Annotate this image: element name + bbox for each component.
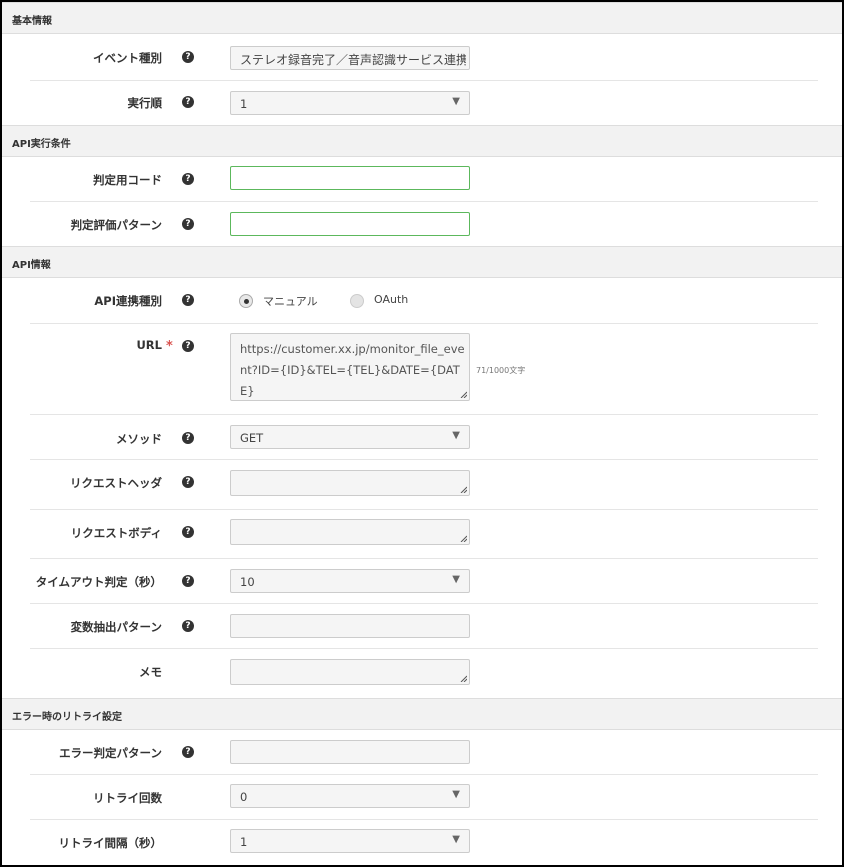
- url-char-counter: 71/1000文字: [476, 366, 526, 375]
- help-icon[interactable]: ?: [182, 96, 194, 108]
- var-pattern-input[interactable]: [230, 614, 470, 638]
- radio-manual[interactable]: [239, 294, 253, 308]
- request-body-label: リクエストボディ: [70, 526, 162, 540]
- radio-oauth-label: OAuth: [374, 293, 409, 306]
- judge-pattern-label: 判定評価パターン: [70, 218, 162, 232]
- retry-count-label: リトライ回数: [93, 791, 162, 805]
- exec-order-label: 実行順: [127, 96, 163, 110]
- request-header-label: リクエストヘッダ: [70, 476, 162, 490]
- error-pattern-label: エラー判定パターン: [59, 746, 162, 760]
- memo-label: メモ: [139, 665, 162, 679]
- help-icon[interactable]: ?: [182, 620, 194, 632]
- judge-pattern-input[interactable]: [230, 212, 470, 236]
- help-icon[interactable]: ?: [182, 340, 194, 352]
- error-pattern-input[interactable]: [230, 740, 470, 764]
- timeout-label: タイムアウト判定（秒）: [35, 575, 162, 589]
- request-header-textarea[interactable]: [230, 470, 470, 496]
- var-pattern-label: 変数抽出パターン: [70, 620, 162, 634]
- event-type-field: ステレオ録音完了／音声認識サービス連携完: [230, 46, 470, 70]
- help-icon[interactable]: ?: [182, 173, 194, 185]
- judge-code-label: 判定用コード: [93, 173, 162, 187]
- section-title: API情報: [12, 260, 51, 271]
- retry-interval-select[interactable]: 1 ▼: [230, 829, 470, 853]
- chevron-down-icon: ▼: [452, 834, 460, 845]
- chevron-down-icon: ▼: [452, 789, 460, 800]
- method-select[interactable]: GET ▼: [230, 425, 470, 449]
- help-icon[interactable]: ?: [182, 432, 194, 444]
- resize-grip-icon[interactable]: [460, 391, 467, 398]
- chevron-down-icon: ▼: [452, 430, 460, 441]
- timeout-select[interactable]: 10 ▼: [230, 569, 470, 593]
- url-textarea[interactable]: https://customer.xx.jp/monitor_file_even…: [230, 333, 470, 401]
- exec-order-select[interactable]: 1 ▼: [230, 91, 470, 115]
- memo-textarea[interactable]: [230, 659, 470, 685]
- request-body-textarea[interactable]: [230, 519, 470, 545]
- section-header-condition: API実行条件: [2, 125, 842, 157]
- help-icon[interactable]: ?: [182, 526, 194, 538]
- section-title: API実行条件: [12, 139, 71, 150]
- event-type-label: イベント種別: [93, 51, 162, 65]
- help-icon[interactable]: ?: [182, 476, 194, 488]
- help-icon[interactable]: ?: [182, 575, 194, 587]
- help-icon[interactable]: ?: [182, 51, 194, 63]
- section-title: エラー時のリトライ設定: [12, 712, 122, 723]
- resize-grip-icon[interactable]: [460, 535, 467, 542]
- api-settings-form: 基本情報 イベント種別 ? ステレオ録音完了／音声認識サービス連携完 実行順 ?…: [0, 0, 844, 867]
- section-header-retry: エラー時のリトライ設定: [2, 698, 842, 730]
- api-link-type-label: API連携種別: [94, 294, 162, 308]
- help-icon[interactable]: ?: [182, 218, 194, 230]
- chevron-down-icon: ▼: [452, 96, 460, 107]
- help-icon[interactable]: ?: [182, 294, 194, 306]
- section-header-api: API情報: [2, 246, 842, 278]
- section-title: 基本情報: [12, 16, 52, 27]
- retry-count-select[interactable]: 0 ▼: [230, 784, 470, 808]
- help-icon[interactable]: ?: [182, 746, 194, 758]
- radio-oauth[interactable]: [350, 294, 364, 308]
- judge-code-input[interactable]: [230, 166, 470, 190]
- section-header-basic: 基本情報: [2, 2, 842, 34]
- method-label: メソッド: [116, 432, 162, 446]
- url-label: URL: [136, 338, 162, 352]
- resize-grip-icon[interactable]: [460, 486, 467, 493]
- radio-manual-label: マニュアル: [263, 295, 318, 308]
- chevron-down-icon: ▼: [452, 574, 460, 585]
- required-mark: *: [166, 339, 173, 354]
- retry-interval-label: リトライ間隔（秒）: [58, 836, 163, 850]
- resize-grip-icon[interactable]: [460, 675, 467, 682]
